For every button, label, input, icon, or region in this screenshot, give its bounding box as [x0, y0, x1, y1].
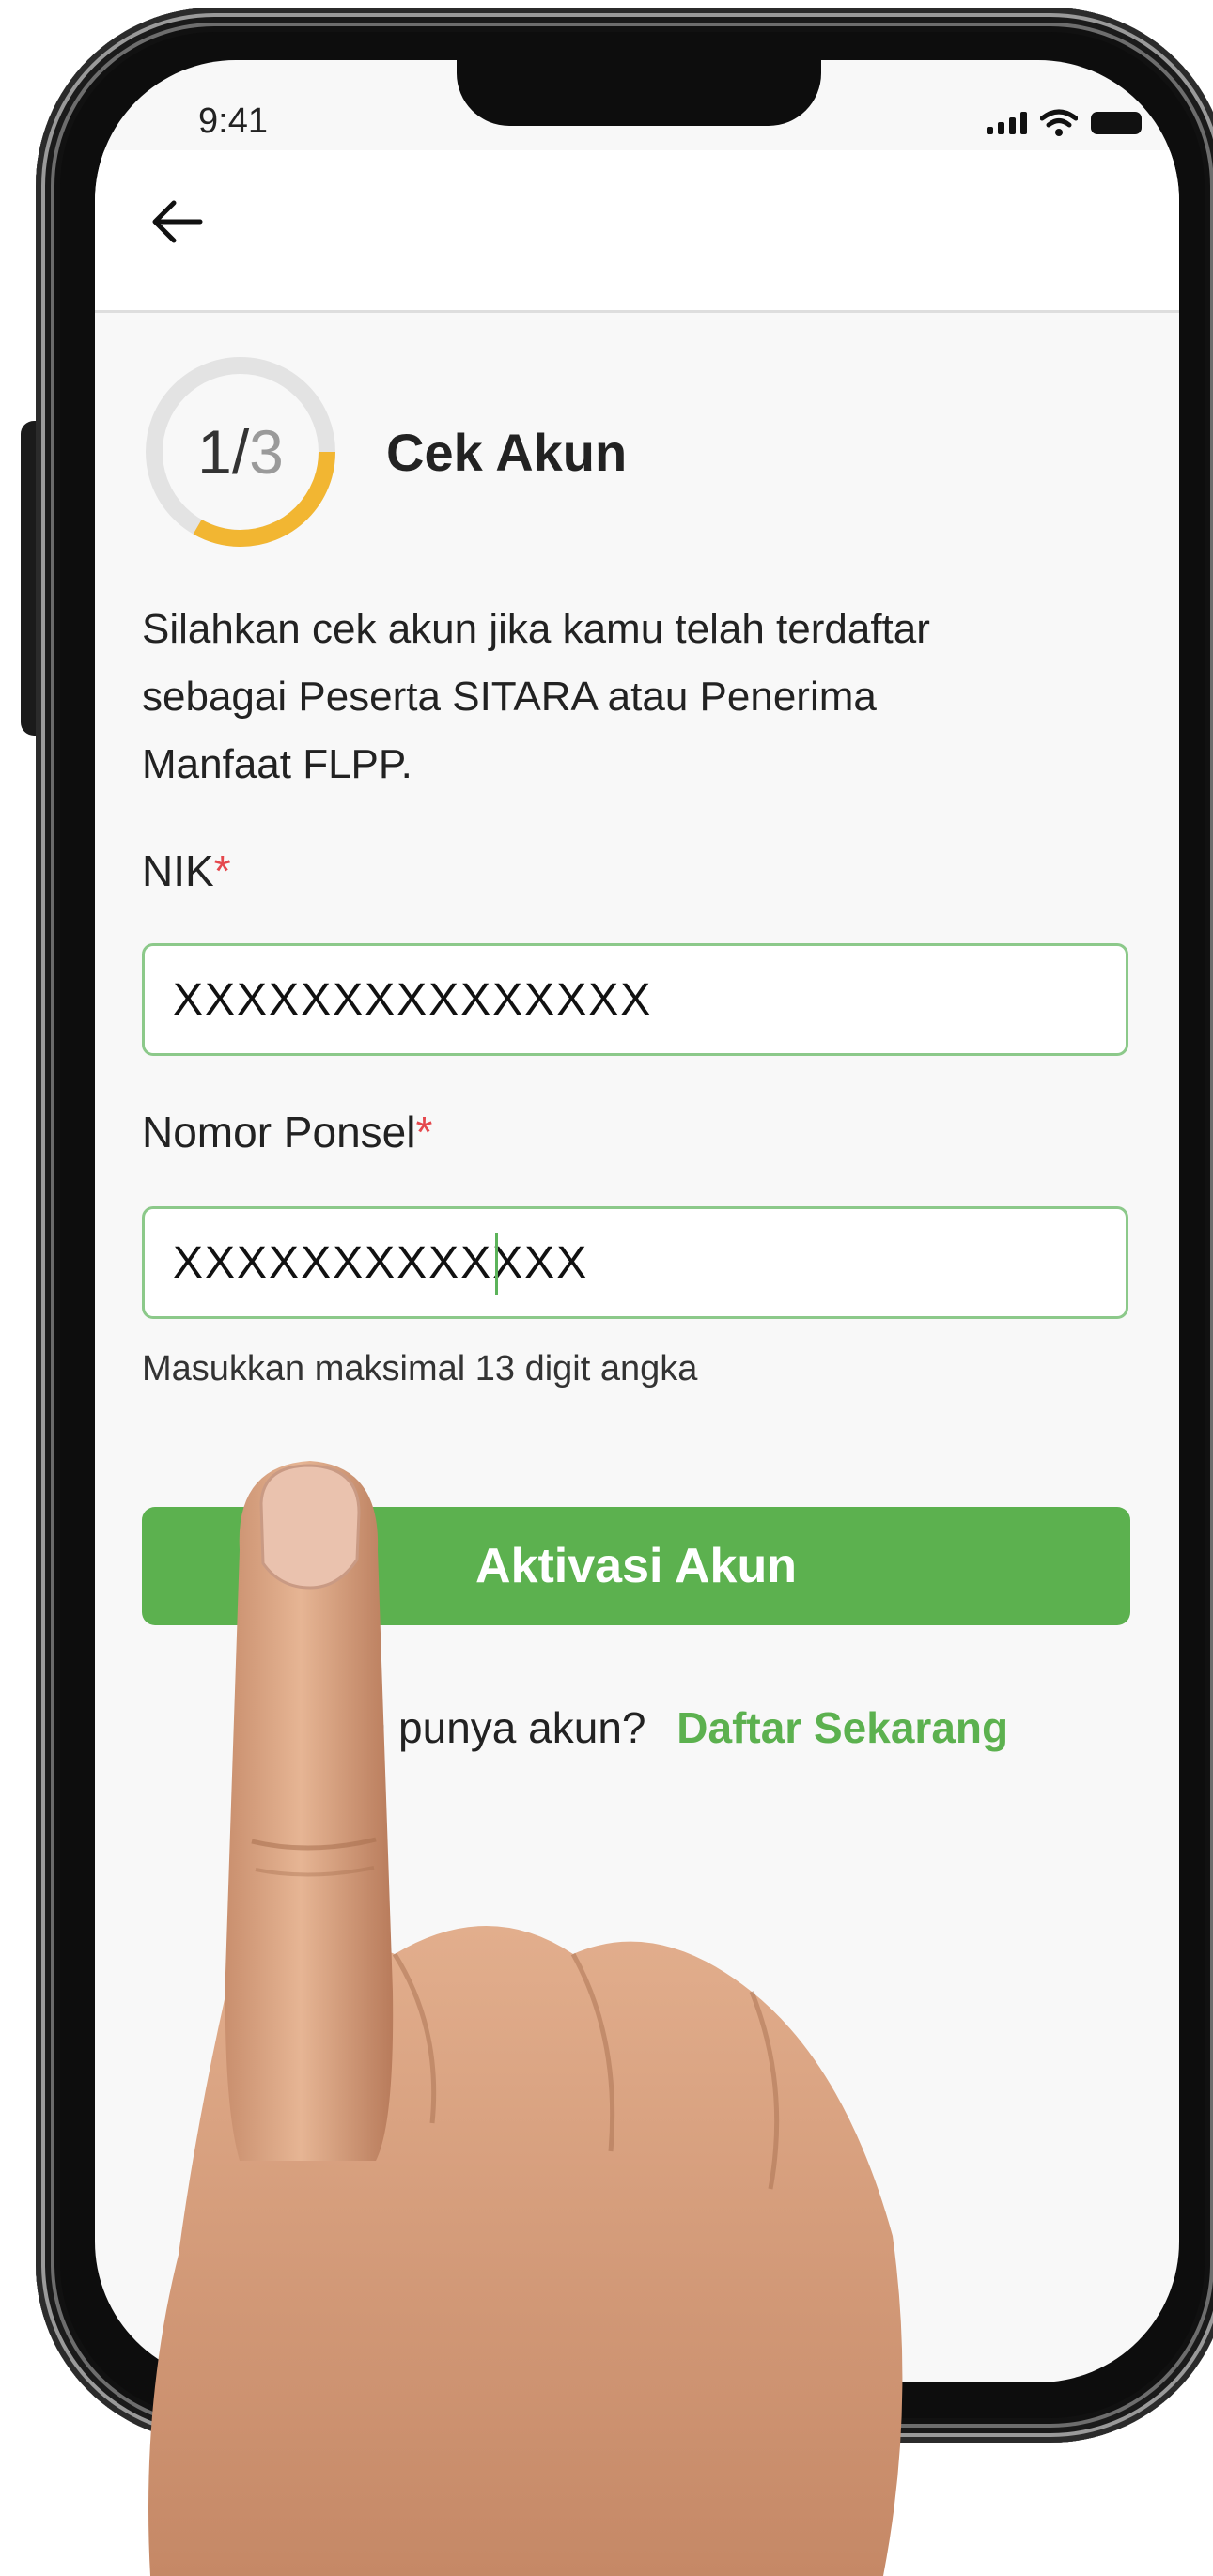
- step-indicator: 1/3 Cek Akun: [142, 353, 627, 551]
- phone-label: Nomor Ponsel*: [142, 1107, 432, 1157]
- description-line: Manfaat FLPP.: [142, 741, 412, 787]
- step-counter: 1/3: [142, 353, 339, 551]
- required-mark: *: [415, 1108, 433, 1156]
- phone-helper-text: Masukkan maksimal 13 digit angka: [142, 1349, 698, 1389]
- phone-label-text: Nomor Ponsel: [142, 1108, 416, 1156]
- description-line: Silahkan cek akun jika kamu telah terdaf…: [142, 606, 930, 652]
- wifi-icon: [1040, 109, 1078, 136]
- signup-prompt: Belum punya akun?: [263, 1703, 646, 1752]
- step-progress-ring: 1/3: [142, 353, 339, 551]
- signup-row: Belum punya akun? Daftar Sekarang: [142, 1702, 1130, 1753]
- status-icons: [987, 109, 1142, 137]
- battery-icon: [1091, 112, 1142, 134]
- signup-link[interactable]: Daftar Sekarang: [676, 1703, 1008, 1752]
- phone-input[interactable]: [142, 1206, 1128, 1319]
- description-text: Silahkan cek akun jika kamu telah terdaf…: [142, 596, 1132, 799]
- nik-label: NIK*: [142, 846, 231, 896]
- text-caret: [495, 1233, 498, 1295]
- step-total: 3: [249, 417, 284, 487]
- phone-notch: [457, 60, 821, 126]
- activate-account-button[interactable]: Aktivasi Akun: [142, 1507, 1130, 1625]
- nik-label-text: NIK: [142, 846, 214, 895]
- signal-icon: [987, 112, 1027, 134]
- page-title: Cek Akun: [386, 422, 628, 482]
- app-header: [95, 150, 1179, 313]
- step-current: 1/: [197, 417, 250, 487]
- status-time: 9:41: [198, 101, 268, 141]
- phone-screen: 9:41 1/3 Cek Akun Silahkan cek akun jika…: [95, 60, 1179, 2382]
- required-mark: *: [213, 846, 231, 895]
- nik-input[interactable]: [142, 943, 1128, 1056]
- description-line: sebagai Peserta SITARA atau Penerima: [142, 674, 877, 720]
- arrow-left-icon[interactable]: [149, 199, 204, 244]
